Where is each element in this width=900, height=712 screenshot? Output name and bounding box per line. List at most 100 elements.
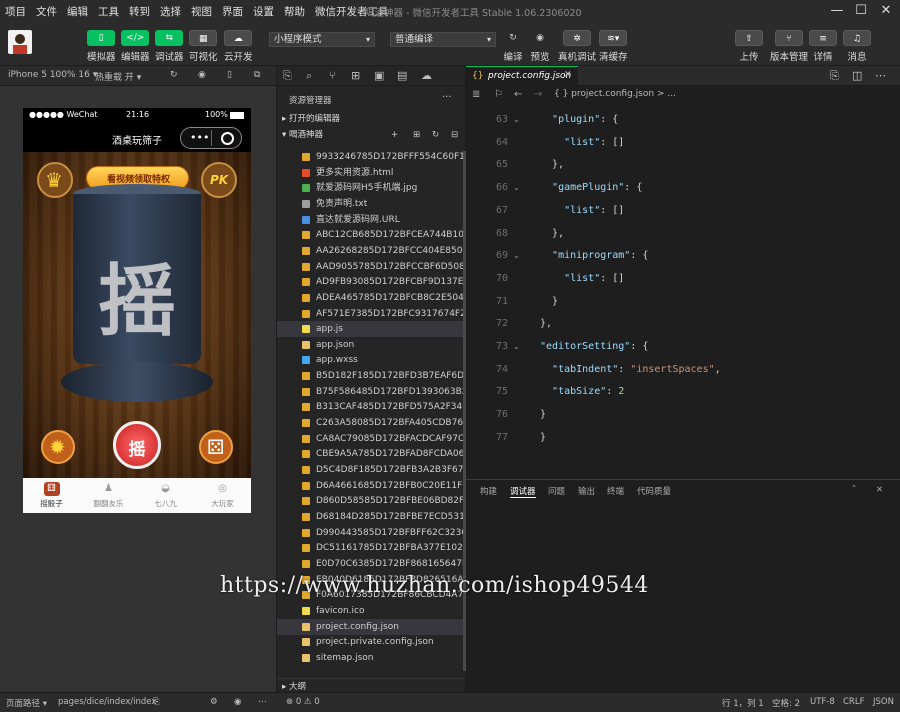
file-item[interactable]: app.js bbox=[277, 321, 465, 338]
tab-output[interactable]: 输出 bbox=[578, 485, 595, 497]
tab-problems[interactable]: 问题 bbox=[548, 485, 565, 497]
menu-tools[interactable]: 工具 bbox=[93, 4, 124, 19]
bookmark-icon[interactable]: ⚐ bbox=[494, 89, 503, 100]
line-ending[interactable]: CRLF bbox=[843, 697, 864, 707]
back-icon[interactable]: ← bbox=[514, 89, 522, 100]
image-icon[interactable]: ▣ bbox=[374, 69, 384, 82]
debugger-button[interactable]: ⇆ 调试器 bbox=[155, 30, 184, 63]
menu-view[interactable]: 视图 bbox=[186, 4, 217, 19]
project-section[interactable]: ▾ 喝酒神器 + ⊞ ↻ ⊟ bbox=[277, 127, 465, 143]
file-item[interactable]: AD9FB93085D172BFCBF9D137ED6... bbox=[277, 274, 465, 290]
file-item[interactable]: D860D58585D172BFBE06BD82F7B1... bbox=[277, 493, 465, 509]
tab-build[interactable]: 构建 bbox=[480, 485, 497, 497]
fold-icon[interactable]: ⌄ bbox=[513, 342, 520, 351]
file-item[interactable]: app.json bbox=[277, 337, 465, 353]
collapse-icon[interactable]: ⊟ bbox=[451, 127, 458, 143]
menu-goto[interactable]: 转到 bbox=[124, 4, 155, 19]
file-item[interactable]: AA26268285D172BFCC404E850991... bbox=[277, 243, 465, 259]
search-icon[interactable]: ⌕ bbox=[306, 69, 312, 83]
file-item[interactable]: 免责声明.txt bbox=[277, 196, 465, 212]
mode-select[interactable]: 小程序模式 ▾ bbox=[269, 32, 375, 47]
compile-button[interactable]: ↻ 编译 bbox=[499, 30, 527, 63]
more-icon[interactable]: ··· bbox=[442, 92, 452, 103]
menu-edit[interactable]: 编辑 bbox=[62, 4, 93, 19]
file-item[interactable]: DC51161785D172BFBA377E102D5... bbox=[277, 540, 465, 556]
tab-project-config[interactable]: {} project.config.json ✕ bbox=[466, 66, 578, 86]
file-item[interactable]: D990443585D172BFBFF62C323CA0... bbox=[277, 525, 465, 541]
fold-icon[interactable]: ⌄ bbox=[513, 251, 520, 260]
tab-debugger[interactable]: 调试器 bbox=[510, 485, 536, 498]
source-control-icon[interactable]: ⑂ bbox=[329, 69, 336, 82]
page-path-label[interactable]: 页面路径 ▾ bbox=[6, 697, 47, 709]
file-item[interactable]: B75F586485D172BFD1393063B230... bbox=[277, 384, 465, 400]
cursor-position[interactable]: 行 1，列 1 bbox=[722, 697, 764, 709]
capsule-button[interactable]: ••• bbox=[180, 127, 242, 149]
file-item[interactable]: E0D70C6385D172BF868165647F0... bbox=[277, 556, 465, 572]
indent-setting[interactable]: 空格: 2 bbox=[772, 697, 800, 709]
menu-project[interactable]: 项目 bbox=[0, 4, 31, 19]
dice-button[interactable]: ⚄ bbox=[199, 430, 233, 464]
avatar[interactable] bbox=[8, 30, 32, 54]
code-editor[interactable]: 63 ⌄ "plugin": {64 "list": [] 65 }, 66 ⌄ "ga… bbox=[466, 104, 900, 479]
encoding[interactable]: UTF-8 bbox=[810, 697, 835, 707]
file-item[interactable]: app.wxss bbox=[277, 352, 465, 368]
menu-interface[interactable]: 界面 bbox=[217, 4, 248, 19]
visual-button[interactable]: ▦ 可视化 bbox=[189, 30, 218, 63]
file-item[interactable]: 直达就爱源码网.URL bbox=[277, 212, 465, 228]
shake-button[interactable]: 摇 bbox=[113, 421, 161, 469]
hot-reload-select[interactable]: 热重载 开 ▾ bbox=[95, 70, 141, 83]
minimize-icon[interactable]: — bbox=[826, 2, 848, 20]
preview-button[interactable]: ◉ 预览 bbox=[526, 30, 554, 63]
rotate-icon[interactable]: ↻ bbox=[170, 70, 178, 80]
open-preview-icon[interactable]: ⎘ bbox=[830, 69, 839, 83]
settings-icon[interactable]: ⚙ bbox=[210, 697, 218, 707]
menu-select[interactable]: 选择 bbox=[155, 4, 186, 19]
open-editors-section[interactable]: ▸ 打开的编辑器 bbox=[277, 111, 465, 127]
editor-button[interactable]: </> 编辑器 bbox=[121, 30, 150, 63]
copy-icon[interactable]: ⎘ bbox=[153, 697, 160, 707]
menu-help[interactable]: 帮助 bbox=[279, 4, 310, 19]
file-item[interactable]: 就爱源码网H5手机端.jpg bbox=[277, 180, 465, 196]
device-select[interactable]: iPhone 5 100% 16 ▾ bbox=[8, 70, 97, 80]
tab-flip[interactable]: ♟ 翻翻友乐 bbox=[80, 482, 137, 509]
tab-789[interactable]: ◒ 七八九 bbox=[137, 482, 194, 509]
tab-code-quality[interactable]: 代码质量 bbox=[637, 485, 671, 497]
version-button[interactable]: ⑂ 版本管理 bbox=[770, 30, 808, 63]
split-editor-icon[interactable]: ◫ bbox=[852, 69, 862, 82]
real-debug-button[interactable]: ✲ 真机调试 bbox=[558, 30, 596, 63]
file-item[interactable]: CBE9A5A785D172BFAD8FCDA0618... bbox=[277, 446, 465, 462]
file-item[interactable]: ADEA465785D172BFCB8C2E50423... bbox=[277, 290, 465, 306]
tab-player[interactable]: ◎ 大玩家 bbox=[194, 482, 251, 509]
file-item[interactable]: B313CAF485D172BFD575A2F34920... bbox=[277, 399, 465, 415]
menu-file[interactable]: 文件 bbox=[31, 4, 62, 19]
forward-icon[interactable]: → bbox=[534, 89, 542, 100]
file-item[interactable]: 9933246785D172BFFF554C60F1FF6... bbox=[277, 149, 465, 165]
settings-button[interactable]: ✹ bbox=[41, 430, 75, 464]
clear-cache-button[interactable]: ≋▾ 清缓存 bbox=[599, 30, 628, 63]
file-item[interactable]: D6A4661685D172BFB0C20E11F600... bbox=[277, 478, 465, 494]
messages-button[interactable]: ♫ 消息 bbox=[843, 30, 871, 63]
file-item[interactable]: sitemap.json bbox=[277, 650, 465, 666]
file-item[interactable]: CA8AC79085D172BFACDCAF97CB7... bbox=[277, 431, 465, 447]
phone-mini-icon[interactable]: ▯ bbox=[227, 70, 232, 80]
chevron-up-icon[interactable]: ˄ bbox=[852, 485, 856, 495]
popout-icon[interactable]: ⧉ bbox=[254, 70, 260, 80]
file-item[interactable]: project.private.config.json bbox=[277, 634, 465, 650]
language-mode[interactable]: JSON bbox=[873, 697, 894, 707]
close-tab-icon[interactable]: ✕ bbox=[564, 70, 572, 80]
fold-icon[interactable]: ⌄ bbox=[513, 183, 520, 192]
problems-count[interactable]: ⊗ 0 ⚠ 0 bbox=[286, 697, 320, 707]
file-item[interactable]: AAD9055785D172BFCCBF6D50892... bbox=[277, 259, 465, 275]
simulator-button[interactable]: ▯ 模拟器 bbox=[87, 30, 116, 63]
cloud-icon[interactable]: ☁ bbox=[421, 69, 432, 82]
more-icon[interactable]: ⋯ bbox=[258, 697, 267, 707]
files-icon[interactable]: ⎘ bbox=[283, 69, 292, 83]
eye-icon[interactable]: ◉ bbox=[234, 697, 241, 707]
upload-button[interactable]: ⇧ 上传 bbox=[735, 30, 763, 63]
new-folder-icon[interactable]: ⊞ bbox=[413, 127, 420, 143]
file-item[interactable]: D68184D285D172BFBE7ECD531F... bbox=[277, 509, 465, 525]
cloud-button[interactable]: ☁ 云开发 bbox=[224, 30, 253, 63]
close-icon[interactable]: ✕ bbox=[875, 2, 897, 20]
new-file-icon[interactable]: + bbox=[391, 127, 398, 143]
menu-settings[interactable]: 设置 bbox=[248, 4, 279, 19]
